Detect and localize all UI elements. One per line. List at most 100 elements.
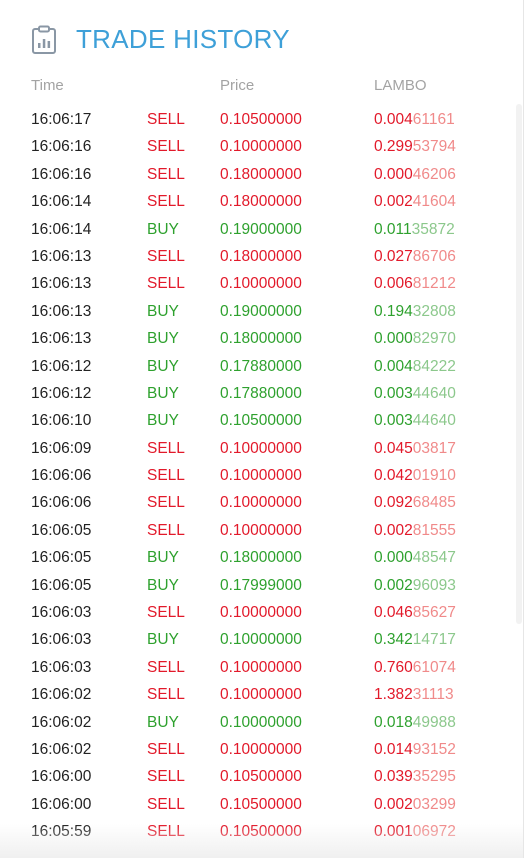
trade-amount-tail: 86706: [412, 247, 456, 265]
trade-amount-main: 0.002: [374, 795, 413, 813]
trade-amount-tail: 61074: [412, 658, 456, 676]
trade-time: 16:06:03: [31, 631, 92, 649]
trade-amount-tail: 96093: [412, 576, 456, 594]
trade-time: 16:06:05: [31, 549, 92, 567]
trade-amount: 0.00106972: [374, 818, 456, 845]
trade-side: SELL: [147, 193, 185, 211]
trade-row: 16:06:03 SELL 0.10000000 0.04685627: [0, 599, 523, 626]
trade-time: 16:06:03: [31, 658, 92, 676]
chart-clipboard-icon: [30, 25, 58, 55]
trade-amount-main: 0.042: [374, 467, 413, 485]
trade-row: 16:06:02 BUY 0.10000000 0.01849988: [0, 709, 523, 736]
trade-price: 0.19000000: [220, 302, 302, 320]
trade-amount-main: 0.011: [374, 220, 412, 238]
trade-row: 16:06:13 BUY 0.18000000 0.00082970: [0, 325, 523, 352]
trade-amount-main: 0.194: [374, 302, 413, 320]
trade-amount-tail: 49988: [412, 713, 456, 731]
trade-side: SELL: [147, 658, 185, 676]
trade-price: 0.10000000: [220, 713, 302, 731]
trade-row: 16:05:59 SELL 0.10500000 0.00106972: [0, 818, 523, 845]
trade-time: 16:06:17: [31, 111, 92, 128]
trade-price: 0.10500000: [220, 768, 302, 786]
trade-amount-main: 0.001: [374, 823, 413, 841]
trade-row: 16:06:13 SELL 0.18000000 0.02786706: [0, 243, 523, 270]
trade-row: 16:06:03 SELL 0.10000000 0.76061074: [0, 654, 523, 681]
trade-price: 0.10000000: [220, 604, 302, 622]
trade-row: 16:06:14 BUY 0.19000000 0.01135872: [0, 216, 523, 243]
trade-amount: 0.04503817: [374, 435, 456, 462]
trade-side: BUY: [147, 302, 179, 320]
trade-amount: 0.00681212: [374, 270, 456, 297]
trade-amount-tail: 61161: [412, 111, 455, 128]
trade-price: 0.18000000: [220, 330, 302, 348]
trade-side: SELL: [147, 467, 185, 485]
trade-side: BUY: [147, 220, 179, 238]
trade-side: BUY: [147, 549, 179, 567]
trade-price: 0.18000000: [220, 193, 302, 211]
trade-side: SELL: [147, 768, 185, 786]
trade-row: 16:06:00 SELL 0.10500000 0.00203299: [0, 791, 523, 818]
trade-amount-tail: 03817: [412, 439, 456, 457]
trade-amount: 0.01849988: [374, 709, 456, 736]
trade-price: 0.17880000: [220, 384, 302, 402]
trade-side: SELL: [147, 795, 185, 813]
trade-time: 16:06:00: [31, 795, 92, 813]
trade-amount: 0.34214717: [374, 626, 456, 653]
scrollbar[interactable]: [516, 104, 522, 624]
trade-amount: 0.04685627: [374, 599, 456, 626]
trade-price: 0.18000000: [220, 165, 302, 183]
trade-side: BUY: [147, 357, 179, 375]
trade-side: SELL: [147, 111, 185, 128]
trade-row: 16:06:03 BUY 0.10000000 0.34214717: [0, 626, 523, 653]
trade-time: 16:06:13: [31, 275, 92, 293]
trade-price: 0.10000000: [220, 740, 302, 758]
trade-amount: 0.00241604: [374, 188, 456, 215]
trade-side: SELL: [147, 521, 185, 539]
trade-price: 0.17880000: [220, 357, 302, 375]
trade-row: 16:06:16 SELL 0.18000000 0.00046206: [0, 161, 523, 188]
trade-amount: 0.00296093: [374, 572, 456, 599]
trade-price: 0.10000000: [220, 275, 302, 293]
trade-amount: 0.09268485: [374, 489, 456, 516]
trade-time: 16:06:16: [31, 165, 92, 183]
trade-amount-tail: 01910: [412, 467, 456, 485]
trade-time: 16:06:06: [31, 494, 92, 512]
trade-amount-tail: 41604: [412, 193, 456, 211]
trade-row: 16:06:13 SELL 0.10000000 0.00681212: [0, 270, 523, 297]
trade-price: 0.10000000: [220, 494, 302, 512]
trade-time: 16:06:05: [31, 576, 92, 594]
trade-time: 16:06:03: [31, 604, 92, 622]
trade-time: 16:06:13: [31, 330, 92, 348]
trade-time: 16:06:14: [31, 220, 92, 238]
trade-row: 16:06:05 BUY 0.17999000 0.00296093: [0, 572, 523, 599]
trade-amount: 0.76061074: [374, 654, 456, 681]
trade-amount: 0.03935295: [374, 763, 456, 790]
trade-amount-tail: 35295: [412, 768, 456, 786]
trade-time: 16:06:02: [31, 686, 92, 704]
column-header-price: Price: [220, 77, 255, 94]
trade-time: 16:06:05: [31, 521, 92, 539]
trade-amount-tail: 06972: [412, 823, 456, 841]
panel-title: TRADE HISTORY: [76, 24, 290, 54]
trade-side: SELL: [147, 165, 185, 183]
trade-amount-main: 0.014: [374, 740, 413, 758]
trade-price: 0.10500000: [220, 412, 302, 430]
trade-row: 16:06:06 SELL 0.10000000 0.04201910: [0, 462, 523, 489]
trade-amount: 0.00048547: [374, 544, 456, 571]
trade-amount-main: 0.002: [374, 193, 413, 211]
trade-side: BUY: [147, 384, 179, 402]
trade-price: 0.10500000: [220, 111, 302, 128]
trade-price: 0.17999000: [220, 576, 302, 594]
trade-row: 16:06:13 BUY 0.19000000 0.19432808: [0, 298, 523, 325]
trade-time: 16:06:14: [31, 193, 92, 211]
trade-time: 16:06:16: [31, 138, 92, 156]
trade-amount: 0.00046206: [374, 161, 456, 188]
trade-time: 16:06:00: [31, 768, 92, 786]
column-header-amount: LAMBO: [374, 77, 427, 94]
trade-side: SELL: [147, 604, 185, 622]
trade-amount-main: 0.004: [374, 111, 413, 128]
trade-amount-main: 0.092: [374, 494, 413, 512]
trade-side: BUY: [147, 631, 179, 649]
trade-price: 0.10000000: [220, 631, 302, 649]
trade-amount: 0.00461161: [374, 106, 455, 133]
